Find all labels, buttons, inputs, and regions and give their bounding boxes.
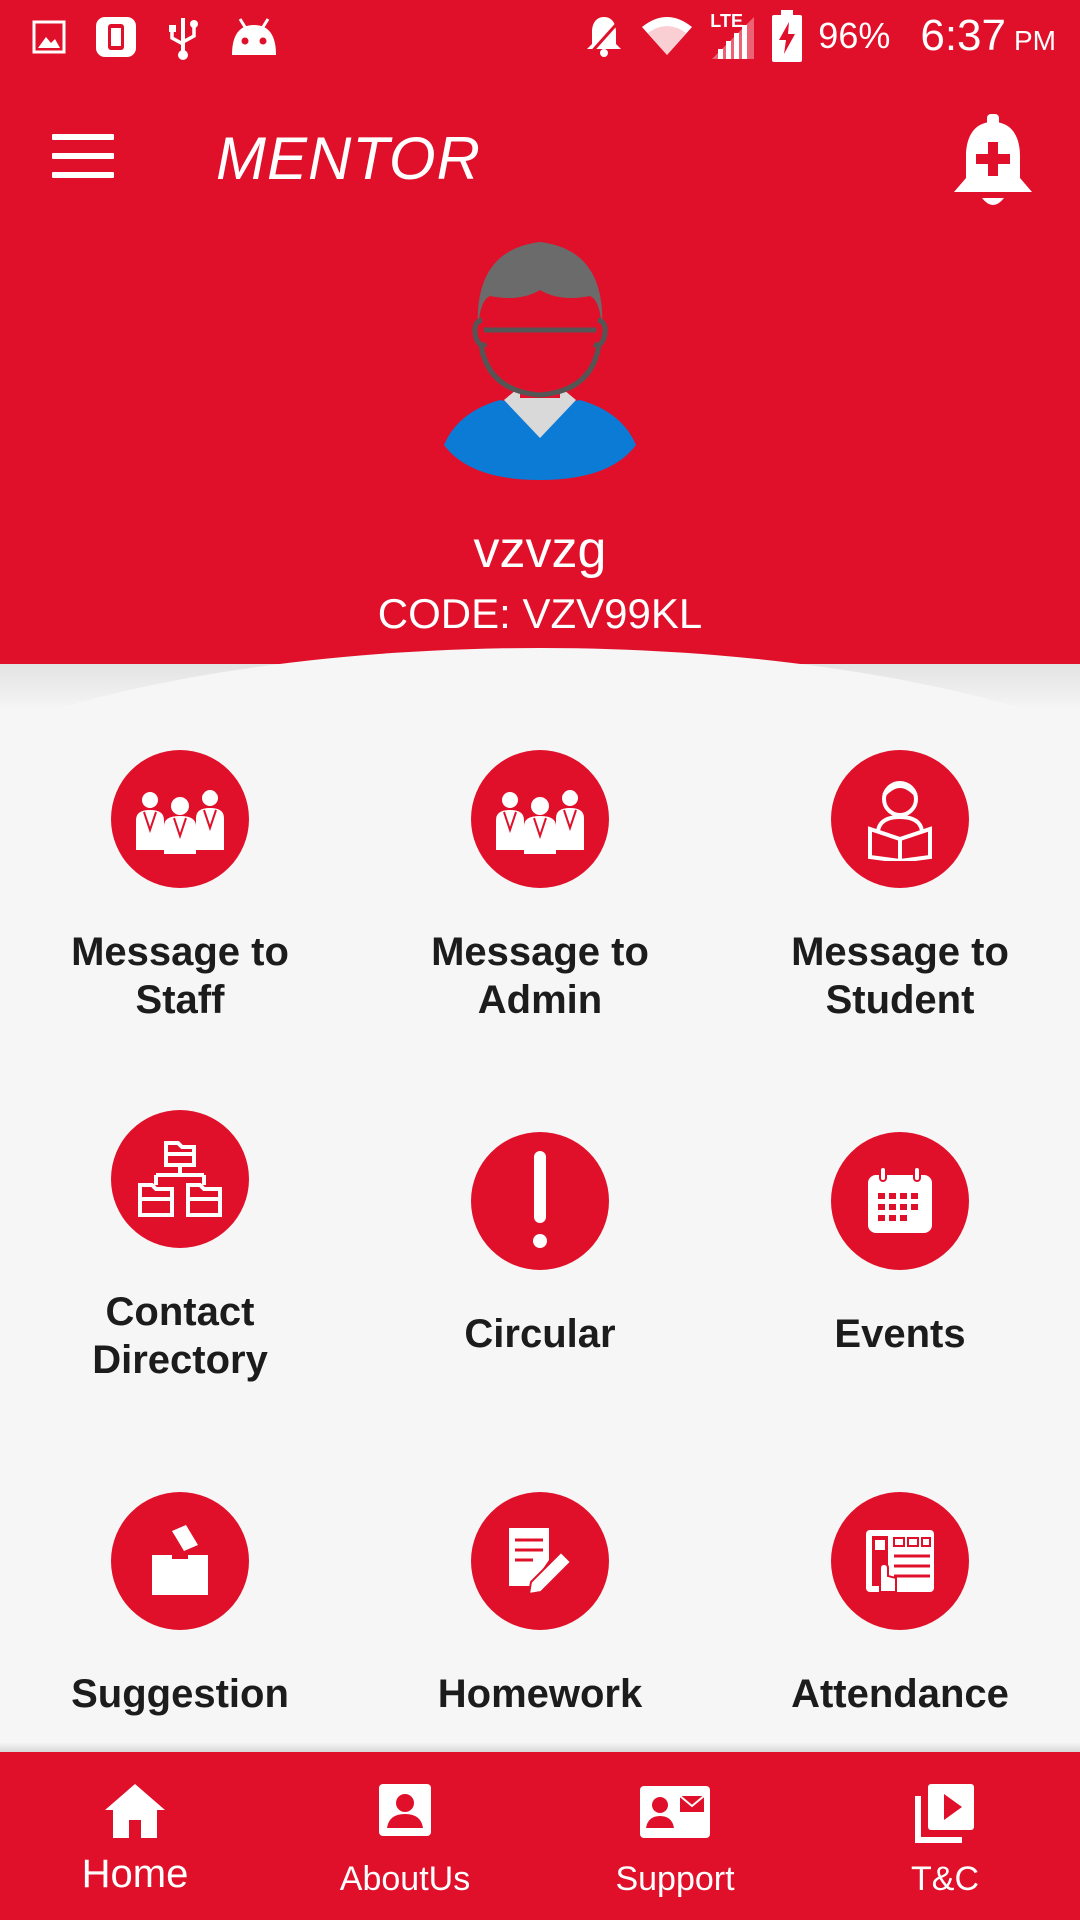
nav-home[interactable]: Home xyxy=(0,1752,270,1920)
org-chart-icon xyxy=(138,1141,222,1217)
bottom-navigation: Home AboutUs Support T&C xyxy=(0,1752,1080,1920)
contact-directory-label: Contact Directory xyxy=(92,1290,268,1382)
status-bar: LTE 96% 6:37 PM xyxy=(0,0,1080,78)
nav-aboutus[interactable]: AboutUs xyxy=(270,1752,540,1920)
nav-tc[interactable]: T&C xyxy=(810,1752,1080,1920)
staff-group-icon xyxy=(136,787,224,854)
hamburger-menu-icon xyxy=(52,134,114,178)
nav-tc-label: T&C xyxy=(911,1860,979,1898)
suggestion-button[interactable]: Suggestion xyxy=(0,1492,360,1718)
student-reading-icon xyxy=(868,781,932,861)
app-title: MENTOR xyxy=(216,125,481,192)
clock-time: 6:37 xyxy=(920,11,1006,60)
homework-button[interactable]: Homework xyxy=(360,1492,720,1718)
message-to-admin-button[interactable]: Message to Admin xyxy=(360,750,720,1024)
events-button[interactable]: Events xyxy=(720,1132,1080,1358)
user-name: vzvzg xyxy=(473,521,607,579)
exclamation-icon xyxy=(533,1151,547,1248)
video-library-icon xyxy=(915,1784,974,1843)
message-to-staff-label: Message to Staff xyxy=(71,930,289,1022)
admin-group-icon xyxy=(496,787,584,854)
user-code: CODE: VZV99KL xyxy=(377,590,703,637)
signal-strength-icon xyxy=(712,17,755,59)
lte-signal: LTE xyxy=(710,11,756,61)
nav-aboutus-label: AboutUs xyxy=(339,1860,471,1898)
person-card-icon xyxy=(379,1784,431,1836)
nav-home-label: Home xyxy=(81,1852,189,1896)
user-avatar-icon xyxy=(444,242,636,480)
add-notification-button[interactable] xyxy=(948,112,1038,212)
notepad-pencil-icon xyxy=(509,1528,573,1596)
circular-label: Circular xyxy=(464,1312,616,1356)
bottom-nav-shadow xyxy=(0,1742,1080,1752)
circular-button[interactable]: Circular xyxy=(360,1132,720,1358)
message-to-staff-button[interactable]: Message to Staff xyxy=(0,750,360,1024)
rotate-screen-icon xyxy=(96,17,136,57)
attendance-button[interactable]: Attendance xyxy=(720,1492,1080,1718)
usb-icon xyxy=(169,18,198,60)
attendance-label: Attendance xyxy=(791,1672,1009,1716)
avatar xyxy=(440,240,640,480)
message-to-student-label: Message to Student xyxy=(791,930,1009,1022)
bell-plus-icon xyxy=(954,114,1032,205)
attendance-machine-icon xyxy=(866,1530,934,1593)
homework-label: Homework xyxy=(437,1672,643,1716)
message-to-admin-label: Message to Admin xyxy=(431,930,649,1022)
nav-support[interactable]: Support xyxy=(540,1752,810,1920)
notification-bell-icon xyxy=(587,16,624,58)
ballot-box-icon xyxy=(152,1525,208,1595)
gallery-notification-icon xyxy=(32,20,66,54)
menu-button[interactable] xyxy=(52,134,114,180)
events-label: Events xyxy=(834,1312,966,1356)
suggestion-label: Suggestion xyxy=(71,1672,289,1716)
clock-ampm: PM xyxy=(1014,25,1056,56)
wifi-icon xyxy=(642,17,693,55)
home-icon xyxy=(105,1784,165,1838)
contact-mail-icon xyxy=(640,1786,710,1838)
battery-percent: 96% xyxy=(818,15,891,56)
android-debug-icon xyxy=(232,18,276,55)
calendar-icon xyxy=(868,1166,932,1233)
message-to-student-button[interactable]: Message to Student xyxy=(720,750,1080,1024)
nav-support-label: Support xyxy=(615,1860,735,1898)
contact-directory-button[interactable]: Contact Directory xyxy=(0,1110,360,1384)
battery-charging-icon xyxy=(772,10,803,62)
